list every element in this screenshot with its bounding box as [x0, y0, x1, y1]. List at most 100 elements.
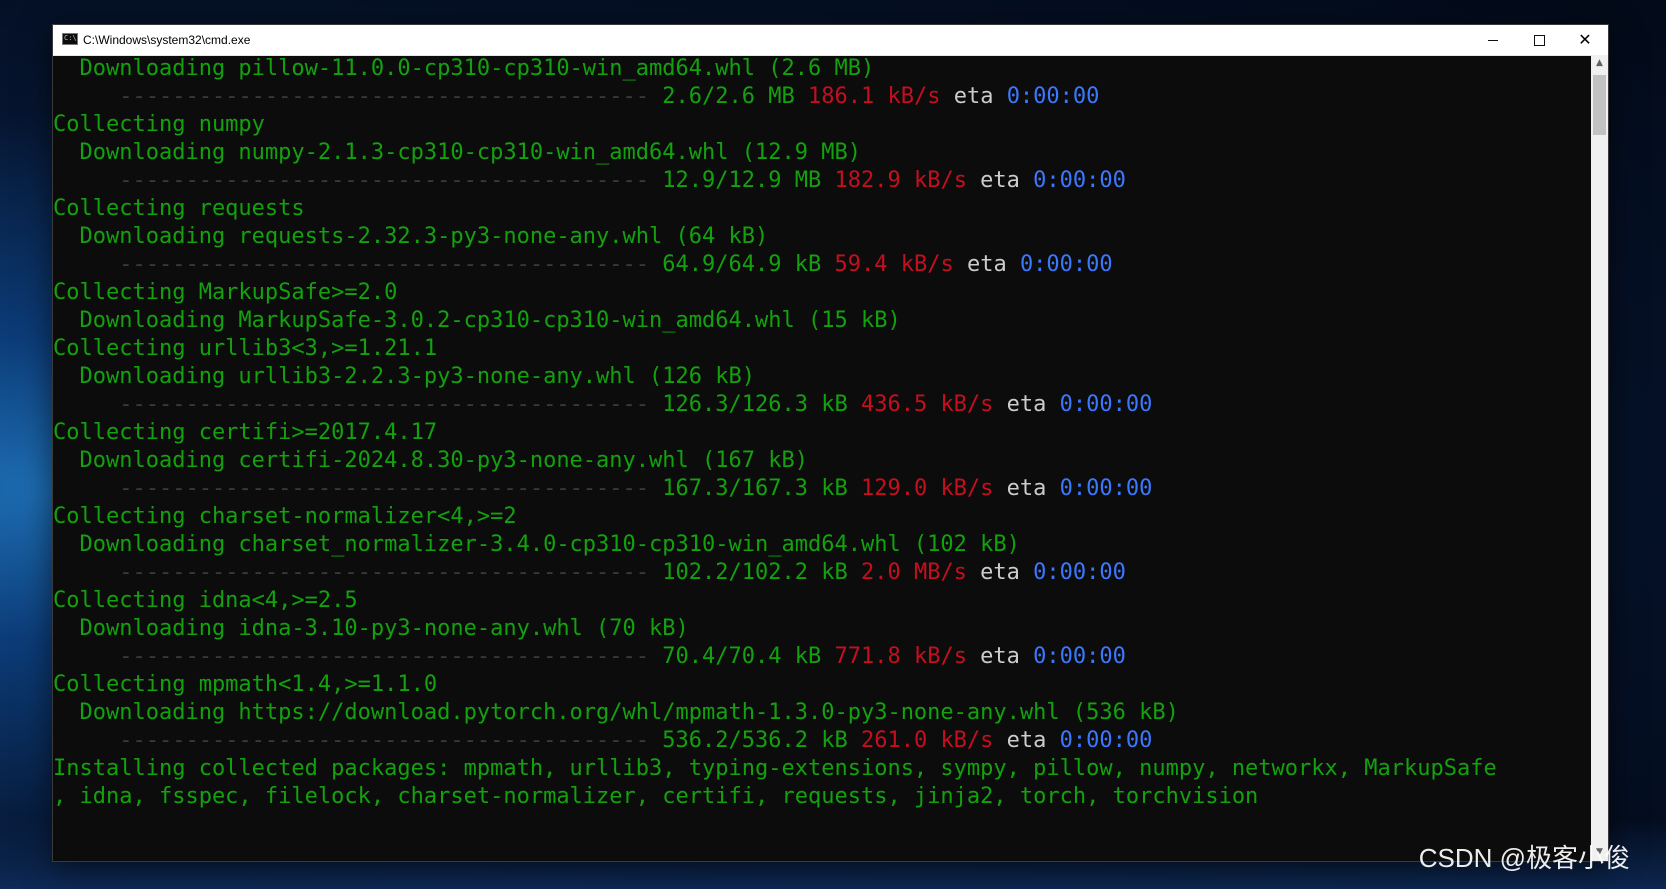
console-text-segment	[53, 644, 119, 669]
console-text-segment	[53, 392, 119, 417]
console-line: Downloading requests-2.32.3-py3-none-any…	[53, 223, 1591, 251]
console-line: ----------------------------------------…	[53, 727, 1591, 755]
console-text-segment: 0:00:00	[1059, 476, 1153, 501]
console-text-segment	[53, 168, 119, 193]
console-text-segment: 0:00:00	[1033, 560, 1126, 585]
maximize-icon	[1533, 34, 1545, 46]
console-output[interactable]: Downloading pillow-11.0.0-cp310-cp310-wi…	[53, 55, 1591, 861]
console-text-segment: 182.9 kB/s	[834, 168, 967, 193]
scroll-up-arrow-icon[interactable]: ▲	[1591, 55, 1608, 72]
console-text-segment: 771.8 kB/s	[834, 644, 967, 669]
console-text-segment: Collecting mpmath<1.4,>=1.1.0	[53, 672, 438, 697]
console-text-segment: Downloading pillow-11.0.0-cp310-cp310-wi…	[53, 56, 875, 81]
console-line: Downloading https://download.pytorch.org…	[53, 699, 1591, 727]
console-text-segment: ----------------------------------------	[119, 560, 650, 585]
console-text-segment: eta	[966, 644, 1034, 669]
console-text-segment: ----------------------------------------	[119, 476, 650, 501]
console-text-segment: ----------------------------------------	[119, 252, 650, 277]
console-text-segment: eta	[966, 168, 1034, 193]
console-text-segment: ----------------------------------------	[119, 84, 650, 109]
console-text-segment: 2.0 MB/s	[860, 560, 967, 585]
watermark: CSDN @极客小俊	[1418, 843, 1630, 873]
console-text-segment: Collecting MarkupSafe>=2.0	[53, 280, 398, 305]
console-text-segment: 2.6/2.6 MB	[649, 84, 808, 109]
console-text-segment: Downloading requests-2.32.3-py3-none-any…	[53, 224, 769, 249]
console-line: Installing collected packages: mpmath, u…	[53, 755, 1591, 783]
console-text-segment: 126.3/126.3 kB	[649, 392, 861, 417]
console-text-segment: 0:00:00	[1006, 84, 1100, 109]
cmd-window: C:\ C:\Windows\system32\cmd.exe ✕ Downlo…	[53, 25, 1608, 861]
console-text-segment: 0:00:00	[1059, 728, 1153, 753]
console-text-segment: eta	[953, 252, 1020, 277]
console-line: Downloading MarkupSafe-3.0.2-cp310-cp310…	[53, 307, 1591, 335]
console-text-segment: Collecting certifi>=2017.4.17	[53, 420, 438, 445]
console-line: Collecting idna<4,>=2.5	[53, 587, 1591, 615]
console-text-segment: 0:00:00	[1033, 644, 1126, 669]
console-line: ----------------------------------------…	[53, 559, 1591, 587]
console-text-segment: 436.5 kB/s	[860, 392, 994, 417]
console-line: Downloading idna-3.10-py3-none-any.whl (…	[53, 615, 1591, 643]
console-text-segment: 70.4/70.4 kB	[649, 644, 835, 669]
console-text-segment: ----------------------------------------	[119, 728, 650, 753]
title-bar[interactable]: C:\ C:\Windows\system32\cmd.exe ✕	[53, 25, 1608, 56]
console-text-segment: 167.3/167.3 kB	[649, 476, 861, 501]
minimize-button[interactable]	[1470, 25, 1516, 55]
console-text-segment: ----------------------------------------	[119, 168, 650, 193]
close-button[interactable]: ✕	[1562, 25, 1608, 55]
console-text-segment: 0:00:00	[1033, 168, 1126, 193]
console-line: Collecting MarkupSafe>=2.0	[53, 279, 1591, 307]
console-text-segment: Downloading https://download.pytorch.org…	[53, 700, 1179, 725]
console-text-segment: Collecting idna<4,>=2.5	[53, 588, 358, 613]
console-line: Downloading numpy-2.1.3-cp310-cp310-win_…	[53, 139, 1591, 167]
console-line: Collecting mpmath<1.4,>=1.1.0	[53, 671, 1591, 699]
console-text-segment: Installing collected packages: mpmath, u…	[53, 756, 1497, 781]
scrollbar-thumb[interactable]	[1593, 75, 1606, 135]
console-text-segment: 129.0 kB/s	[860, 476, 994, 501]
console-text-segment: ----------------------------------------	[119, 392, 650, 417]
console-text-segment: eta	[940, 84, 1007, 109]
console-line: Downloading certifi-2024.8.30-py3-none-a…	[53, 447, 1591, 475]
console-text-segment	[53, 476, 119, 501]
console-text-segment	[53, 84, 119, 109]
console-text-segment: Collecting requests	[53, 196, 305, 221]
console-text-segment: 64.9/64.9 kB	[649, 252, 835, 277]
console-text-segment: Downloading urllib3-2.2.3-py3-none-any.w…	[53, 364, 755, 389]
console-text-segment: 261.0 kB/s	[860, 728, 994, 753]
console-text-segment: 102.2/102.2 kB	[649, 560, 861, 585]
console-text-segment: , idna, fsspec, filelock, charset-normal…	[53, 784, 1259, 809]
console-text-segment: Downloading charset_normalizer-3.4.0-cp3…	[53, 532, 1020, 557]
console-text-segment: Downloading numpy-2.1.3-cp310-cp310-win_…	[53, 140, 861, 165]
console-text-segment: Downloading idna-3.10-py3-none-any.whl (…	[53, 616, 689, 641]
maximize-button[interactable]	[1516, 25, 1562, 55]
console-line: ----------------------------------------…	[53, 475, 1591, 503]
console-line: Collecting numpy	[53, 111, 1591, 139]
console-line: Downloading urllib3-2.2.3-py3-none-any.w…	[53, 363, 1591, 391]
console-text-segment: ----------------------------------------	[119, 644, 650, 669]
console-text-segment: 0:00:00	[1059, 392, 1153, 417]
console-line: ----------------------------------------…	[53, 83, 1591, 111]
console-line: Collecting requests	[53, 195, 1591, 223]
console-text-segment: eta	[993, 392, 1060, 417]
console-line: ----------------------------------------…	[53, 251, 1591, 279]
console-line: ----------------------------------------…	[53, 643, 1591, 671]
console-line: Downloading charset_normalizer-3.4.0-cp3…	[53, 531, 1591, 559]
console-text-segment: 0:00:00	[1019, 252, 1113, 277]
console-line: Collecting certifi>=2017.4.17	[53, 419, 1591, 447]
console-line: ----------------------------------------…	[53, 167, 1591, 195]
console-text-segment: eta	[966, 560, 1034, 585]
console-text-segment: Collecting charset-normalizer<4,>=2	[53, 504, 517, 529]
vertical-scrollbar[interactable]: ▲ ▼	[1591, 55, 1608, 861]
console-text-segment	[53, 560, 119, 585]
console-text-segment: eta	[993, 728, 1060, 753]
console-text-segment: 12.9/12.9 MB	[649, 168, 835, 193]
console-text-segment: Collecting numpy	[53, 112, 265, 137]
close-icon: ✕	[1578, 30, 1592, 49]
minimize-icon	[1488, 39, 1498, 41]
console-text-segment: eta	[993, 476, 1060, 501]
window-title: C:\Windows\system32\cmd.exe	[83, 33, 251, 47]
console-text-segment: 186.1 kB/s	[808, 84, 941, 109]
console-line: ----------------------------------------…	[53, 391, 1591, 419]
console-text-segment: Collecting urllib3<3,>=1.21.1	[53, 336, 438, 361]
console-text-segment: Downloading MarkupSafe-3.0.2-cp310-cp310…	[53, 308, 901, 333]
cmd-icon-text: C:\	[64, 34, 77, 42]
